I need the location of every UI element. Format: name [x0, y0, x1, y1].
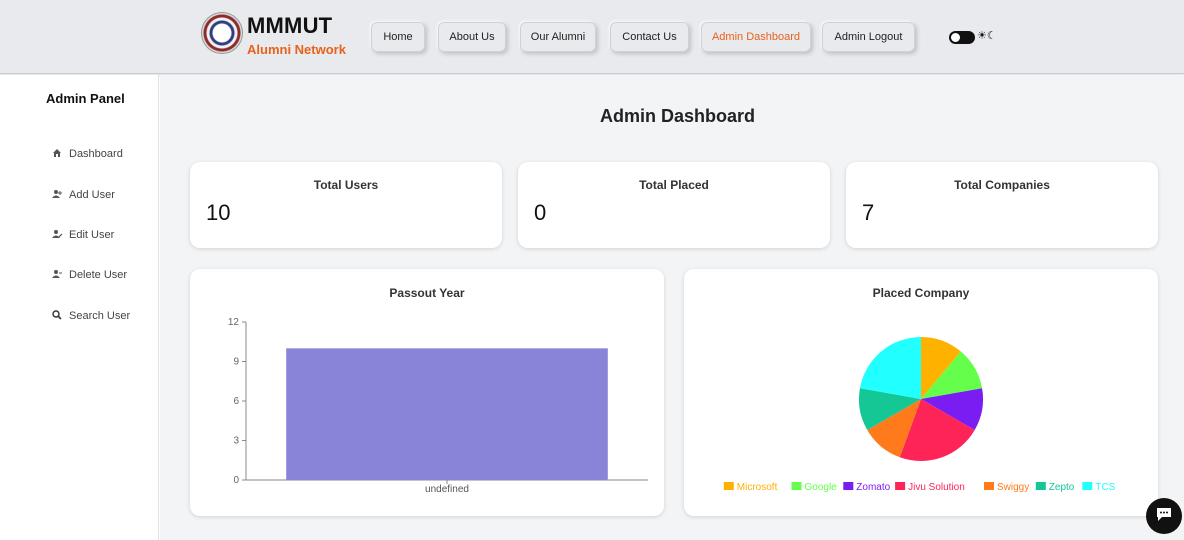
legend-swatch [1082, 482, 1093, 490]
legend-label: Zepto [1049, 482, 1075, 493]
legend-label: Swiggy [997, 482, 1029, 493]
sun-moon-icon: ☀☾ [977, 30, 997, 42]
y-tick-label: 0 [233, 475, 239, 486]
brand-subtitle[interactable]: Alumni Network [247, 42, 346, 57]
legend-label: Zomato [856, 482, 890, 493]
sidebar-item-delete-user[interactable]: Delete User [52, 267, 127, 283]
brand-title[interactable]: MMMUT [247, 13, 332, 39]
nav-home-button[interactable]: Home [371, 22, 425, 52]
home-icon [52, 148, 62, 161]
y-tick-label: 9 [233, 357, 239, 368]
stat-card-total-companies: Total Companies 7 [846, 162, 1158, 248]
passout-year-chart-card: Passout Year 0 3 6 9 12 undefined [190, 269, 664, 516]
x-tick-label: undefined [425, 484, 469, 495]
user-minus-icon [52, 269, 62, 282]
stat-card-total-placed: Total Placed 0 [518, 162, 830, 248]
legend-label: TCS [1095, 482, 1115, 493]
y-tick-label: 12 [228, 317, 240, 328]
nav-contact-button[interactable]: Contact Us [610, 22, 689, 52]
placed-company-chart-card: Placed Company Microsoft Google Zomato Jivu… [684, 269, 1158, 516]
legend-swatch [723, 482, 734, 490]
toggle-knob [951, 33, 960, 42]
chat-button[interactable] [1146, 498, 1182, 534]
stat-value: 7 [862, 200, 875, 225]
sidebar-item-label: Dashboard [69, 148, 123, 160]
legend-swatch [1035, 482, 1046, 490]
y-tick-label: 6 [233, 396, 239, 407]
legend-swatch [895, 482, 906, 490]
nav-alumni-button[interactable]: Our Alumni [520, 22, 596, 52]
stat-label: Total Users [313, 178, 379, 192]
sidebar-item-search-user[interactable]: Search User [52, 308, 130, 324]
pie-slice [859, 337, 921, 399]
stat-value: 0 [534, 200, 547, 225]
search-icon [52, 309, 62, 323]
bar-chart: 0 3 6 9 12 undefined [228, 317, 648, 495]
sidebar-item-label: Delete User [69, 269, 128, 281]
nav-admin-logout-button[interactable]: Admin Logout [822, 22, 915, 52]
sidebar-item-label: Add User [69, 189, 115, 201]
stat-label: Total Placed [639, 178, 709, 192]
nav-about-button[interactable]: About Us [438, 22, 506, 52]
university-seal-icon[interactable] [201, 12, 243, 54]
stat-card-total-users: Total Users 10 [190, 162, 502, 248]
sidebar-title: Admin Panel [46, 91, 125, 106]
sidebar-item-dashboard[interactable]: Dashboard [52, 146, 123, 162]
sidebar-item-add-user[interactable]: Add User [52, 187, 115, 203]
sidebar-item-edit-user[interactable]: Edit User [52, 227, 114, 243]
legend-swatch [791, 482, 802, 490]
sidebar-item-label: Search User [69, 310, 131, 322]
bar [286, 348, 608, 480]
page-title: Admin Dashboard [600, 106, 756, 126]
nav-admin-dashboard-button[interactable]: Admin Dashboard [701, 22, 811, 52]
legend-swatch [984, 482, 994, 490]
sidebar-item-label: Edit User [69, 229, 115, 241]
y-tick-label: 3 [233, 436, 239, 447]
legend-label: Jivu Solution [908, 482, 965, 493]
legend-swatch [843, 482, 854, 490]
pie-chart: Microsoft Google Zomato Jivu Solution Swiggy… [723, 337, 1116, 493]
legend-label: Google [805, 482, 838, 493]
stat-value: 10 [206, 200, 231, 225]
user-plus-icon [52, 189, 62, 202]
legend-label: Microsoft [737, 482, 778, 493]
user-edit-icon [52, 229, 63, 242]
stat-label: Total Companies [954, 178, 1050, 192]
chat-bubble-icon [1155, 506, 1173, 526]
